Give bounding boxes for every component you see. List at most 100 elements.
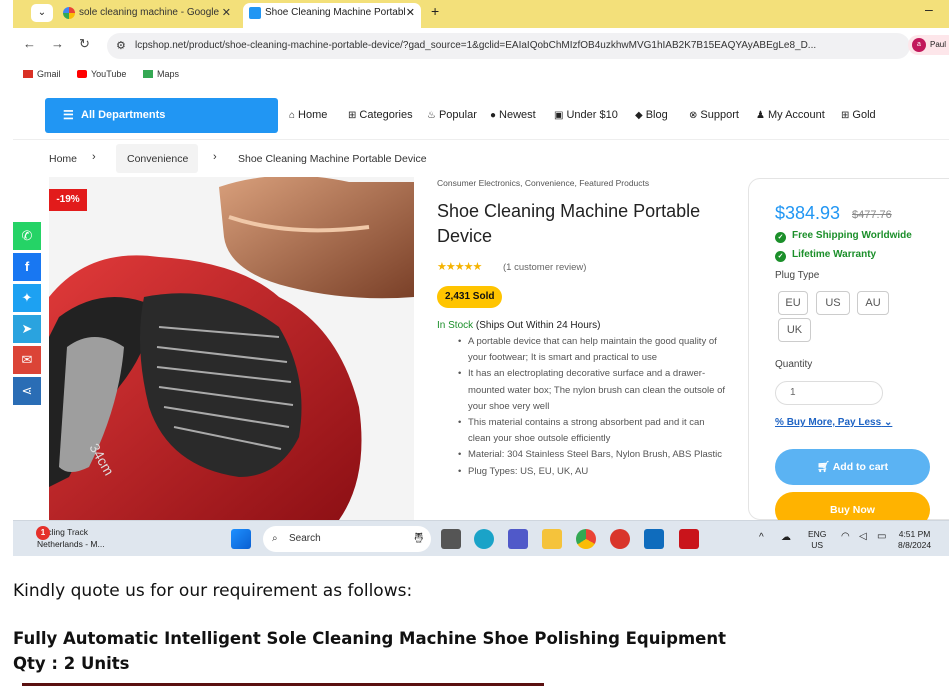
minimize-icon[interactable]: –: [925, 1, 933, 17]
search-placeholder: Search: [289, 533, 321, 544]
buy-more-pay-less-link[interactable]: % Buy More, Pay Less ⌄: [775, 417, 892, 428]
email-product-line: Fully Automatic Intelligent Sole Cleanin…: [13, 629, 726, 648]
chevron-up-icon[interactable]: ^: [759, 532, 764, 543]
tab-search-dropdown[interactable]: ⌄: [31, 4, 53, 22]
address-bar[interactable]: ⚙ lcpshop.net/product/shoe-cleaning-mach…: [107, 33, 910, 59]
bookmark-maps[interactable]: Maps: [143, 69, 179, 79]
money-icon: ▣: [554, 110, 564, 121]
product-image[interactable]: 34cm: [49, 177, 414, 520]
nav-gold[interactable]: ⊞ Gold: [841, 109, 876, 121]
twitter-share-button[interactable]: ✦: [13, 284, 41, 312]
volume-icon[interactable]: ◁: [859, 531, 867, 542]
windows-taskbar: Cycling Track Netherlands - M... ⌕ Searc…: [13, 520, 949, 556]
plug-option-eu[interactable]: EU: [778, 291, 808, 315]
task-view-icon[interactable]: [441, 529, 461, 549]
check-icon: ✓: [775, 232, 786, 243]
bookmark-youtube[interactable]: YouTube: [77, 69, 126, 79]
sold-badge: 2,431 Sold: [437, 286, 503, 308]
teams-icon[interactable]: [508, 529, 528, 549]
back-icon[interactable]: ←: [23, 36, 36, 51]
product-categories[interactable]: Consumer Electronics, Convenience, Featu…: [437, 178, 649, 188]
site-favicon-icon: [249, 7, 261, 19]
nav-label: Blog: [645, 109, 668, 121]
quantity-input[interactable]: 1: [775, 381, 883, 405]
nav-popular[interactable]: ♨ Popular: [427, 109, 477, 121]
acrobat-icon[interactable]: [679, 529, 699, 549]
lightbulb-icon: ●: [490, 110, 497, 121]
breadcrumb-convenience[interactable]: Convenience: [127, 153, 188, 165]
youtube-icon: [77, 70, 87, 78]
home-icon: ⌂: [289, 110, 296, 121]
start-icon[interactable]: [231, 529, 251, 549]
feature-list: A portable device that can help maintain…: [458, 334, 728, 480]
nav-newest[interactable]: ● Newest: [490, 109, 536, 121]
facebook-share-button[interactable]: f: [13, 253, 41, 281]
bookmark-gmail[interactable]: Gmail: [23, 69, 61, 79]
perk-label: Free Shipping Worldwide: [792, 230, 912, 241]
breadcrumb-home[interactable]: Home: [49, 153, 77, 165]
nav-home[interactable]: ⌂ Home: [289, 109, 327, 121]
chevron-right-icon: ›: [92, 151, 96, 163]
bookmarks-bar: Gmail YouTube Maps: [13, 64, 949, 86]
close-tab-icon[interactable]: ✕: [222, 3, 231, 23]
tab-product-page[interactable]: Shoe Cleaning Machine Portabl ✕: [243, 3, 421, 28]
battery-icon[interactable]: ▭: [877, 531, 886, 542]
plug-option-us[interactable]: US: [816, 291, 850, 315]
review-link[interactable]: (1 customer review): [503, 262, 586, 273]
file-explorer-icon[interactable]: [542, 529, 562, 549]
nav-blog[interactable]: ◆ Blog: [635, 109, 668, 121]
region-label: US: [811, 540, 824, 550]
search-icon: ⌕: [272, 533, 278, 544]
tab-title: Shoe Cleaning Machine Portabl: [265, 7, 406, 18]
wifi-icon[interactable]: ◠: [841, 531, 850, 542]
language-indicator[interactable]: ENG US: [808, 529, 826, 551]
profile-button[interactable]: a Paul: [908, 35, 949, 55]
nav-support[interactable]: ⊗ Support: [689, 109, 739, 121]
list-item: Plug Types: US, EU, UK, AU: [458, 464, 728, 480]
telegram-share-button[interactable]: ➤: [13, 315, 41, 343]
new-tab-icon[interactable]: +: [431, 3, 439, 19]
email-quantity-line: Qty : 2 Units: [13, 654, 130, 673]
nav-under-10[interactable]: ▣ Under $10: [554, 109, 618, 121]
all-departments-button[interactable]: ☰ All Departments: [45, 98, 278, 133]
taskbar-search[interactable]: ⌕ Search 🦉︎: [263, 526, 431, 552]
close-tab-icon[interactable]: ✕: [406, 3, 415, 23]
list-item: Material: 304 Stainless Steel Bars, Nylo…: [458, 447, 728, 463]
owl-icon: 🦉︎: [412, 533, 425, 544]
nav-my-account[interactable]: ♟ My Account: [756, 109, 825, 121]
outlook-icon[interactable]: [644, 529, 664, 549]
tab-google-search[interactable]: sole cleaning machine - Google ✕: [57, 3, 237, 28]
discount-badge: -19%: [49, 189, 87, 211]
shoe-cleaner-illustration: 34cm: [49, 177, 414, 520]
cloud-icon[interactable]: ☁: [781, 532, 791, 543]
add-to-cart-button[interactable]: 🛒︎ Add to cart: [775, 449, 930, 485]
wps-icon[interactable]: [610, 529, 630, 549]
all-departments-label: All Departments: [81, 109, 166, 121]
whatsapp-share-button[interactable]: ✆: [13, 222, 41, 250]
clock[interactable]: 4:51 PM 8/8/2024: [898, 529, 931, 551]
tab-title: sole cleaning machine - Google: [79, 7, 220, 18]
nav-categories[interactable]: ⊞ Categories: [348, 109, 413, 121]
gmail-share-button[interactable]: ✉: [13, 346, 41, 374]
fire-icon: ♨: [427, 110, 436, 121]
reload-icon[interactable]: ↻: [79, 36, 90, 52]
nav-label: Support: [700, 109, 739, 121]
edge-icon[interactable]: [474, 529, 494, 549]
forward-icon[interactable]: →: [51, 36, 64, 51]
nav-label: My Account: [767, 109, 825, 121]
stock-status: In Stock (Ships Out Within 24 Hours): [437, 320, 600, 331]
breadcrumb-current: Shoe Cleaning Machine Portable Device: [238, 153, 427, 165]
percent-icon: %: [775, 417, 784, 428]
add-to-cart-label: Add to cart: [832, 461, 889, 473]
list-item: This material contains a strong absorben…: [458, 415, 728, 447]
nav-label: Popular: [438, 109, 477, 121]
share-more-button[interactable]: ⋖: [13, 377, 41, 405]
mail-icon: ✉: [21, 352, 33, 367]
plug-option-au[interactable]: AU: [857, 291, 889, 315]
perk-free-shipping: ✓ Free Shipping Worldwide: [775, 230, 912, 243]
site-info-icon[interactable]: ⚙: [116, 33, 126, 59]
perk-warranty: ✓ Lifetime Warranty: [775, 249, 876, 262]
plug-type-label: Plug Type: [775, 270, 820, 281]
chrome-icon[interactable]: [576, 529, 596, 549]
plug-option-uk[interactable]: UK: [778, 318, 811, 342]
